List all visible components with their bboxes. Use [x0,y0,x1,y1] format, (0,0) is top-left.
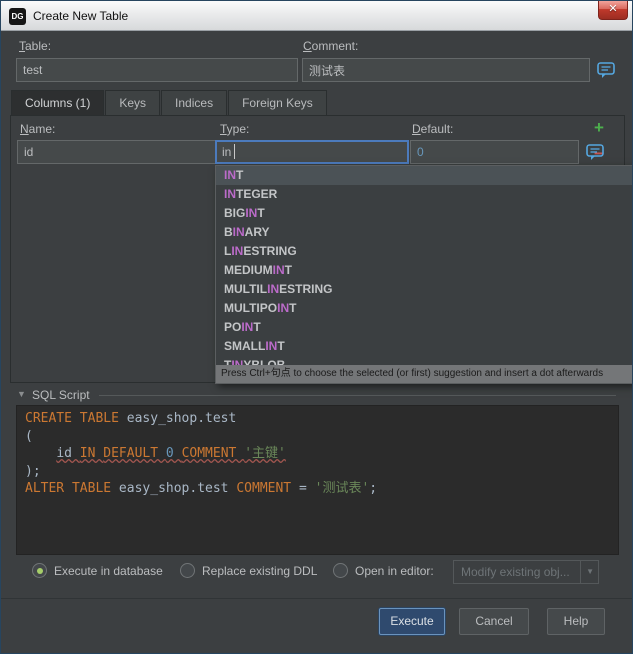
suggestion-item[interactable]: INT [216,166,632,185]
datagrip-app-icon: DG [9,8,26,25]
tab-indices[interactable]: Indices [161,90,228,115]
suggestion-item[interactable]: MULTILINESTRING [216,280,632,299]
buttons-divider [1,598,632,599]
table-comment-input[interactable] [302,58,590,82]
create-new-table-dialog: DG Create New Table ✕ Table: Comment: Co… [0,0,633,654]
radio-label: Open in editor: [355,563,434,578]
type-completion-popup: INT INTEGER BIGINT BINARY LINESTRING MEDIUMIN… [215,165,632,384]
column-name-input[interactable] [17,140,218,164]
window-title: Create New Table [33,9,129,23]
chevron-down-icon: ▼ [580,561,594,583]
radio-open-in-editor[interactable]: Open in editor: [333,563,434,578]
column-type-label: Type: [220,122,250,136]
section-divider [99,395,616,396]
suggestion-item[interactable]: MULTIPOINT [216,299,632,318]
tab-foreign-keys[interactable]: Foreign Keys [228,90,327,115]
comment-bubble-icon [597,62,615,78]
column-default-input[interactable] [410,140,579,164]
help-button[interactable]: Help [547,608,605,635]
comment-bubble-icon [586,144,604,160]
radio-icon [32,563,47,578]
radio-execute-in-database[interactable]: Execute in database [32,563,163,578]
suggestion-item[interactable]: BINARY [216,223,632,242]
suggestion-list: INT INTEGER BIGINT BINARY LINESTRING MEDIUMIN… [216,166,632,365]
comment-label: Comment: [303,39,359,53]
column-default-label: Default: [412,122,454,136]
radio-icon [333,563,348,578]
suggestion-item[interactable]: LINESTRING [216,242,632,261]
add-column-button[interactable]: + [590,119,608,137]
close-icon: ✕ [608,3,618,15]
execute-button[interactable]: Execute [379,608,445,635]
suggestion-item[interactable]: SMALLINT [216,337,632,356]
radio-icon [180,563,195,578]
tab-keys[interactable]: Keys [105,90,161,115]
combo-value: Modify existing obj... [461,565,570,579]
titlebar: DG Create New Table ✕ [1,1,632,31]
comment-bubble-button[interactable] [596,60,616,80]
sql-code: CREATE TABLE easy_shop.test( id IN DEFAU… [16,405,619,555]
table-name-input[interactable] [16,58,298,82]
tab-columns-1[interactable]: Columns (1) [11,90,105,115]
suggestion-item[interactable]: INTEGER [216,185,632,204]
radio-replace-existing-ddl[interactable]: Replace existing DDL [180,563,317,578]
tab-bar: Columns (1) Keys Indices Foreign Keys [11,90,328,115]
column-type-input[interactable] [215,140,409,164]
text-caret [234,144,235,159]
radio-label: Replace existing DDL [202,563,318,578]
column-name-label: Name: [20,122,56,136]
suggestion-item[interactable]: TINYBLOB [216,356,632,365]
close-button[interactable]: ✕ [598,1,628,20]
suggestion-item[interactable]: MEDIUMINT [216,261,632,280]
radio-label: Execute in database [54,563,163,578]
cancel-button[interactable]: Cancel [459,608,529,635]
completion-hint: Press Ctrl+句点 to choose the selected (or… [216,365,632,383]
table-label: Table: [19,39,52,53]
open-in-editor-combo: Modify existing obj... ▼ [453,560,599,584]
suggestion-item[interactable]: BIGINT [216,204,632,223]
collapse-section-icon[interactable]: ▼ [17,389,26,399]
column-comment-bubble-button[interactable] [585,142,605,162]
suggestion-item[interactable]: POINT [216,318,632,337]
sql-script-section-title: SQL Script [32,388,90,402]
